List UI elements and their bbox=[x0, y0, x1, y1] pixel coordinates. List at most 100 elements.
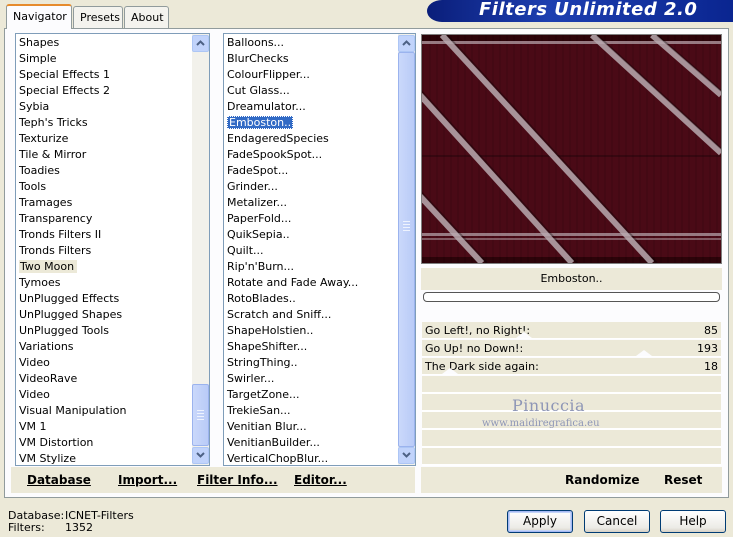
filter-item[interactable]: Grinder... bbox=[224, 179, 415, 195]
category-item[interactable]: Video bbox=[16, 355, 209, 371]
category-item[interactable]: Toadies bbox=[16, 163, 209, 179]
filter-item[interactable]: StringThing.. bbox=[224, 355, 415, 371]
tab-presets[interactable]: Presets bbox=[73, 6, 123, 28]
filter-item[interactable]: FadeSpookSpot... bbox=[224, 147, 415, 163]
category-item[interactable]: Tronds Filters bbox=[16, 243, 209, 259]
category-item[interactable]: VM Distortion bbox=[16, 435, 209, 451]
filter-scroll-down-button[interactable] bbox=[398, 447, 415, 464]
filter-item[interactable]: ShapeShifter... bbox=[224, 339, 415, 355]
param-row-2[interactable]: The Dark side again: 18 bbox=[422, 358, 721, 375]
category-item[interactable]: Two Moon bbox=[16, 259, 209, 275]
filter-item[interactable]: Metalizer... bbox=[224, 195, 415, 211]
category-item-label: VM Distortion bbox=[19, 436, 94, 449]
filter-item[interactable]: FadeSpot... bbox=[224, 163, 415, 179]
filter-item[interactable]: BlurChecks bbox=[224, 51, 415, 67]
param-row-1[interactable]: Go Up! no Down!: 193 bbox=[422, 340, 721, 357]
filter-item[interactable]: Rip'n'Burn... bbox=[224, 259, 415, 275]
category-item-label: Special Effects 1 bbox=[19, 68, 111, 81]
filter-item[interactable]: Balloons... bbox=[224, 35, 415, 51]
category-item[interactable]: VideoRave bbox=[16, 371, 209, 387]
category-item[interactable]: Teph's Tricks bbox=[16, 115, 209, 131]
filter-item-label: TrekieSan... bbox=[227, 404, 291, 417]
filter-item[interactable]: Rotate and Fade Away... bbox=[224, 275, 415, 291]
database-button[interactable]: Database bbox=[27, 473, 91, 487]
filter-item[interactable]: VerticalChopBlur... bbox=[224, 451, 415, 465]
filter-info-button[interactable]: Filter Info... bbox=[197, 473, 278, 487]
param-label: Go Up! no Down!: bbox=[425, 342, 524, 355]
filter-item-label: Quilt... bbox=[227, 244, 264, 257]
filter-item[interactable]: Dreamulator... bbox=[224, 99, 415, 115]
filter-info-button-label: Filter Info... bbox=[197, 473, 278, 487]
category-item[interactable]: Shapes bbox=[16, 35, 209, 51]
category-item[interactable]: UnPlugged Shapes bbox=[16, 307, 209, 323]
category-item[interactable]: VM Stylize bbox=[16, 451, 209, 465]
category-item[interactable]: Texturize bbox=[16, 131, 209, 147]
category-item[interactable]: UnPlugged Effects bbox=[16, 291, 209, 307]
category-scroll-down-button[interactable] bbox=[192, 447, 209, 464]
filter-item[interactable]: VenitianBuilder... bbox=[224, 435, 415, 451]
help-button[interactable]: Help bbox=[660, 510, 726, 533]
filter-item-label: Dreamulator... bbox=[227, 100, 306, 113]
apply-button[interactable]: Apply bbox=[507, 510, 573, 533]
category-item-label: Sybia bbox=[19, 100, 50, 113]
filter-item[interactable]: TrekieSan... bbox=[224, 403, 415, 419]
filter-scroll-thumb[interactable] bbox=[398, 52, 415, 447]
category-item[interactable]: Video bbox=[16, 387, 209, 403]
tab-navigator[interactable]: Navigator bbox=[6, 4, 72, 29]
category-item[interactable]: Variations bbox=[16, 339, 209, 355]
reset-button[interactable]: Reset bbox=[664, 473, 702, 487]
param-slider-marker[interactable] bbox=[636, 350, 653, 356]
filter-scrollbar[interactable] bbox=[398, 34, 415, 465]
category-item[interactable]: Sybia bbox=[16, 99, 209, 115]
filter-item[interactable]: TargetZone... bbox=[224, 387, 415, 403]
filter-item[interactable]: RotoBlades.. bbox=[224, 291, 415, 307]
category-item[interactable]: Tymoes bbox=[16, 275, 209, 291]
chevron-up-icon bbox=[402, 40, 411, 46]
category-item[interactable]: Special Effects 1 bbox=[16, 67, 209, 83]
param-row-0[interactable]: Go Left!, no Right!: 85 bbox=[422, 322, 721, 339]
category-item[interactable]: Tile & Mirror bbox=[16, 147, 209, 163]
preview-frame bbox=[379, 32, 727, 266]
filter-item[interactable]: Swirler... bbox=[224, 371, 415, 387]
filter-item[interactable]: Quilt... bbox=[224, 243, 415, 259]
param-slider-marker[interactable] bbox=[442, 368, 459, 374]
category-item[interactable]: Visual Manipulation bbox=[16, 403, 209, 419]
category-item-label: Texturize bbox=[19, 132, 69, 145]
tab-about[interactable]: About bbox=[124, 6, 169, 28]
randomize-button[interactable]: Randomize bbox=[565, 473, 639, 487]
category-item[interactable]: UnPlugged Tools bbox=[16, 323, 209, 339]
filter-item[interactable]: Venitian Blur... bbox=[224, 419, 415, 435]
filter-item[interactable]: Emboston.. bbox=[224, 115, 415, 131]
category-item[interactable]: VM 1 bbox=[16, 419, 209, 435]
app-title: Filters Unlimited 2.0 bbox=[479, 0, 698, 20]
filter-item[interactable]: ShapeHolstien.. bbox=[224, 323, 415, 339]
category-item[interactable]: Simple bbox=[16, 51, 209, 67]
editor-button[interactable]: Editor... bbox=[294, 473, 347, 487]
category-item-label: Tronds Filters bbox=[19, 244, 92, 257]
category-item[interactable]: Tronds Filters II bbox=[16, 227, 209, 243]
cancel-button[interactable]: Cancel bbox=[584, 510, 650, 533]
category-scroll-thumb[interactable] bbox=[192, 384, 209, 446]
category-item[interactable]: Tools bbox=[16, 179, 209, 195]
category-list[interactable]: Shapes Simple Special Effects 1 Special Eff… bbox=[15, 33, 210, 466]
filter-item[interactable]: EndageredSpecies bbox=[224, 131, 415, 147]
filter-item[interactable]: PaperFold... bbox=[224, 211, 415, 227]
filter-list[interactable]: Balloons... BlurChecks ColourFlipper... Cut… bbox=[223, 33, 416, 466]
database-button-label: Database bbox=[27, 473, 91, 487]
category-item[interactable]: Special Effects 2 bbox=[16, 83, 209, 99]
category-item[interactable]: Transparency bbox=[16, 211, 209, 227]
filter-item[interactable]: Scratch and Sniff... bbox=[224, 307, 415, 323]
category-scroll-up-button[interactable] bbox=[192, 35, 209, 52]
filter-item[interactable]: QuikSepia.. bbox=[224, 227, 415, 243]
category-item-label: UnPlugged Effects bbox=[19, 292, 120, 305]
filter-item-label: Rotate and Fade Away... bbox=[227, 276, 359, 289]
filter-item[interactable]: Cut Glass... bbox=[224, 83, 415, 99]
param-slider-marker[interactable] bbox=[516, 332, 533, 338]
category-scrollbar[interactable] bbox=[192, 34, 209, 465]
filter-item[interactable]: ColourFlipper... bbox=[224, 67, 415, 83]
import-button[interactable]: Import... bbox=[118, 473, 177, 487]
filter-scroll-up-button[interactable] bbox=[398, 35, 415, 52]
category-item[interactable]: Tramages bbox=[16, 195, 209, 211]
category-item-label: Simple bbox=[19, 52, 57, 65]
status-filters-label: Filters: bbox=[8, 521, 45, 534]
